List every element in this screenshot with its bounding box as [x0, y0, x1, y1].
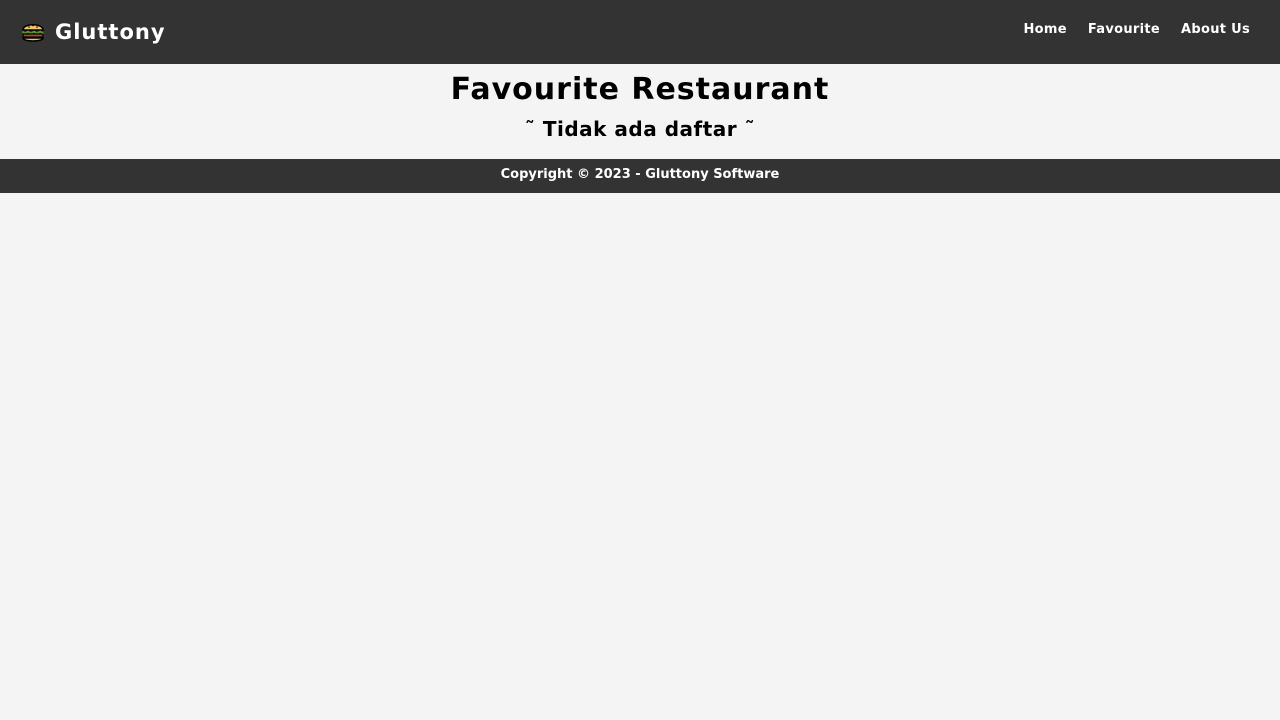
copyright-text: Copyright © 2023 - Gluttony Software — [500, 167, 780, 182]
nav-link-home[interactable]: Home — [1023, 22, 1066, 37]
main-content: Favourite Restaurant ˜ Tidak ada daftar … — [0, 64, 1280, 159]
empty-list-message: ˜ Tidak ada daftar ˜ — [524, 117, 756, 141]
brand-name: Gluttony — [55, 20, 166, 44]
nav-item-home: Home — [1023, 18, 1066, 37]
burger-icon — [22, 24, 44, 42]
footer: Copyright © 2023 - Gluttony Software — [0, 159, 1280, 193]
nav-item-favourite: Favourite — [1088, 18, 1160, 37]
nav-link-favourite[interactable]: Favourite — [1088, 22, 1160, 37]
nav-links: Home Favourite About Us — [1023, 18, 1250, 37]
nav-link-about-us[interactable]: About Us — [1181, 22, 1250, 37]
navbar: Gluttony Home Favourite About Us — [0, 0, 1280, 64]
page-title: Favourite Restaurant — [450, 72, 830, 107]
nav-item-about: About Us — [1181, 18, 1250, 37]
brand-link[interactable]: Gluttony — [20, 16, 166, 48]
